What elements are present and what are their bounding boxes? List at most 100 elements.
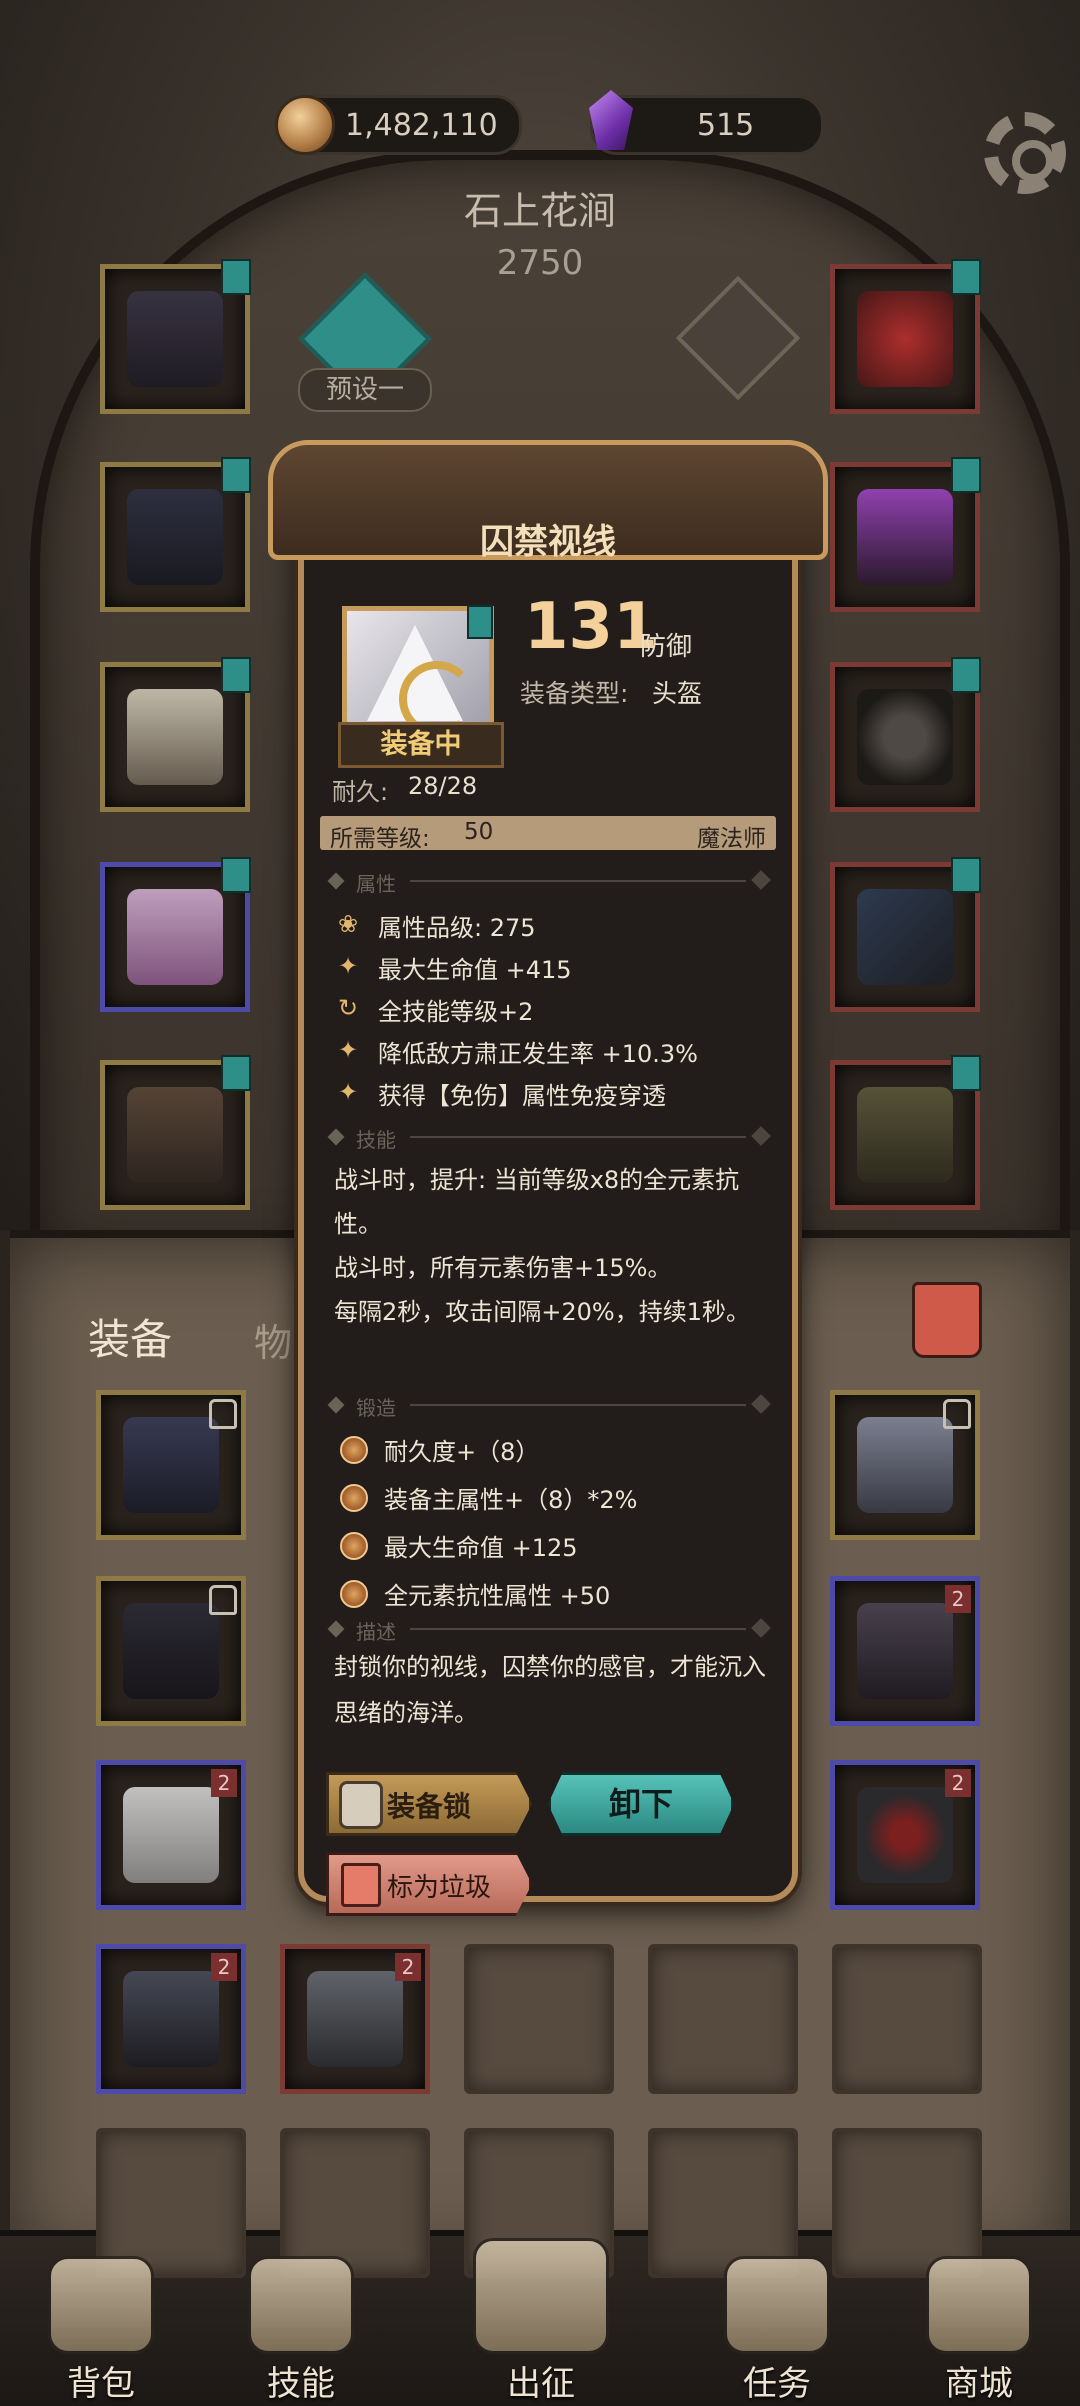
attribute-text: 获得【免伤】属性免疫穿透 [378,1082,666,1110]
equip-tag-icon [951,259,981,295]
forge-orb-icon [340,1580,368,1608]
equip-slot-spear[interactable] [830,857,981,1012]
equip-slot-ruby-pendant[interactable] [830,259,981,414]
tier-badge: 2 [211,1769,237,1797]
attribute-row: ✦ 获得【免伤】属性免疫穿透 [334,1074,774,1112]
forge-text: 最大生命值 +125 [384,1534,578,1562]
inventory-item[interactable] [830,1390,980,1540]
section-end-icon [751,1126,771,1146]
inventory-item[interactable]: 2 [830,1576,980,1726]
wolf-helmet-icon [123,1417,219,1513]
attribute-row: ❀ 属性品级: 275 [334,906,774,944]
skull-necklace-icon [857,1417,953,1513]
equip-type-value: 头盔 [652,679,703,708]
gloves-icon [127,689,223,785]
equipment-lock-button[interactable]: 装备锁 [326,1772,532,1836]
section-diamond-icon [327,1620,345,1638]
equip-tag-icon [221,259,251,295]
trash-bin-icon[interactable] [912,1282,982,1358]
section-divider-skills: 技能 [320,1124,776,1152]
lock-icon [943,1399,971,1429]
preset-button[interactable]: 预设一 [298,368,432,412]
equip-tag-icon [951,1055,981,1091]
coin-icon [275,95,335,155]
tier-badge: 2 [945,1769,971,1797]
section-end-icon [751,870,771,890]
gem-ring-icon [857,1787,953,1883]
equip-slot-gloves[interactable] [100,657,251,812]
attribute-row: ✦ 最大生命值 +415 [334,948,774,986]
equip-slot-pants[interactable] [100,857,251,1012]
black-ring-icon [857,689,953,785]
dark-armor-icon [127,489,223,585]
cage-amulet-icon [127,291,223,387]
gem-counter: 515 [589,90,824,155]
tier-badge: 2 [395,1953,421,1981]
nav-shop[interactable]: 商城 [894,2256,1064,2404]
section-line [410,880,746,882]
equip-slot-cage-amulet[interactable] [100,259,251,414]
equip-tag-icon [221,657,251,693]
forge-row: 耐久度+（8） [340,1428,770,1468]
tab-equipment[interactable]: 装备 [88,1306,172,1367]
section-label: 属性 [356,872,396,896]
lotus-icon: ❀ [337,910,359,938]
section-divider-forge: 锻造 [320,1392,776,1420]
forge-row: 全元素抗性属性 +50 [340,1572,770,1612]
equip-slot-armor[interactable] [100,457,251,612]
nav-battle[interactable]: 出征 [456,2238,626,2404]
boots-icon [127,1087,223,1183]
battle-icon [473,2238,609,2354]
section-end-icon [751,1394,771,1414]
tier-badge: 2 [945,1585,971,1613]
nav-quests-label: 任务 [743,2364,811,2404]
empty-inventory-slot[interactable] [464,1944,614,2094]
empty-inventory-slot[interactable] [648,1944,798,2094]
inventory-item[interactable]: 2 [96,1760,246,1910]
chain-gauntlet-icon [123,1971,219,2067]
equipped-badge: 装备中 [338,722,504,768]
sword-shield-icon [307,1971,403,2067]
dark-boot-icon [857,1603,953,1699]
section-line [410,1136,746,1138]
attribute-row: ✦ 降低敌方肃正发生率 +10.3% [334,1032,774,1070]
attribute-text: 全技能等级+2 [378,998,534,1026]
nav-backpack[interactable]: 背包 [16,2256,186,2404]
section-label: 技能 [356,1128,396,1152]
equip-slot-black-ring[interactable] [830,657,981,812]
equip-slot-boots[interactable] [100,1055,251,1210]
section-diamond-icon [327,1128,345,1146]
inventory-item[interactable] [96,1390,246,1540]
refresh-icon: ↻ [337,994,359,1022]
required-class: 魔法师 [697,826,766,852]
equip-type-label: 装备类型: [520,679,629,708]
nav-shop-label: 商城 [945,2364,1013,2404]
forge-text: 全元素抗性属性 +50 [384,1582,611,1610]
inventory-item[interactable]: 2 [830,1760,980,1910]
empty-inventory-slot[interactable] [832,1944,982,2094]
forge-text: 装备主属性+（8）*2% [384,1486,638,1514]
inventory-item[interactable] [96,1576,246,1726]
forge-orb-icon [340,1532,368,1560]
dark-gauntlet-icon [123,1603,219,1699]
nav-skills[interactable]: 技能 [216,2256,386,2404]
mark-as-junk-button[interactable]: 标为垃圾 [326,1852,532,1916]
required-level-bar: 所需等级: 50 魔法师 [320,816,776,852]
unequip-button[interactable]: 卸下 [548,1772,734,1836]
padlock-icon [339,1781,383,1829]
coin-amount: 1,482,110 [345,107,498,143]
pumpkin-pants-icon [127,889,223,985]
nav-quests[interactable]: 任务 [692,2256,862,2404]
inventory-item[interactable]: 2 [96,1944,246,2094]
section-line [410,1404,746,1406]
sparkle-icon: ✦ [337,1078,359,1106]
attribute-text: 降低敌方肃正发生率 +10.3% [378,1040,698,1068]
character-name: 石上花涧 [463,189,616,233]
forge-row: 最大生命值 +125 [340,1524,770,1564]
inventory-item[interactable]: 2 [280,1944,430,2094]
equip-slot-spellbook[interactable] [830,1055,981,1210]
equip-slot-purple-ring[interactable] [830,457,981,612]
skill-text: 每隔2秒，攻击间隔+20%，持续1秒。 [334,1298,750,1326]
skill-text: 战斗时，所有元素伤害+15%。 [334,1254,672,1282]
forge-text: 耐久度+（8） [384,1438,540,1466]
